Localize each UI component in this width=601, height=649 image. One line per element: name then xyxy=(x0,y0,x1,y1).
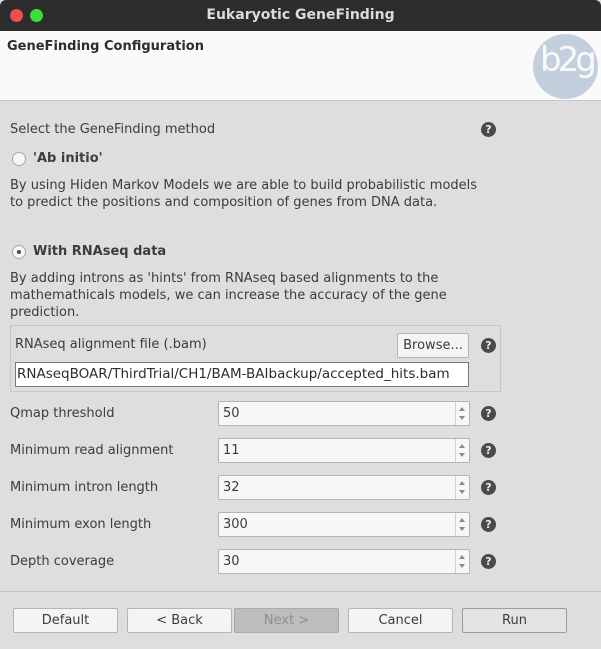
spin-arrows xyxy=(455,513,469,536)
file-label: RNAseq alignment file (.bam) xyxy=(15,337,207,352)
ab-initio-radio[interactable] xyxy=(12,152,26,166)
increment-arrow-icon[interactable] xyxy=(459,444,465,448)
description-line: mathemathicals models, we can increase t… xyxy=(10,288,447,303)
increment-arrow-icon[interactable] xyxy=(459,481,465,485)
bam-file-path: RNAseqBOAR/ThirdTrial/CH1/BAM-BAIbackup/… xyxy=(17,366,450,382)
browse-button[interactable]: Browse... xyxy=(397,333,469,358)
cancel-button[interactable]: Cancel xyxy=(348,608,453,633)
window-title: Eukaryotic GeneFinding xyxy=(206,7,395,23)
help-icon[interactable]: ? xyxy=(481,480,496,495)
param-value: 32 xyxy=(223,480,240,495)
help-icon[interactable]: ? xyxy=(481,517,496,532)
page-title: GeneFinding Configuration xyxy=(7,39,204,54)
help-icon[interactable]: ? xyxy=(481,554,496,569)
spin-arrows xyxy=(455,439,469,462)
b2g-logo: b2g xyxy=(533,34,598,99)
decrement-arrow-icon[interactable] xyxy=(459,564,465,568)
param-spinbox[interactable]: 300 xyxy=(218,512,470,537)
wizard-header: GeneFinding Configuration b2g xyxy=(0,31,601,101)
method-prompt: Select the GeneFinding method xyxy=(10,122,216,137)
param-spinbox[interactable]: 32 xyxy=(218,475,470,500)
decrement-arrow-icon[interactable] xyxy=(459,416,465,420)
param-label: Minimum intron length xyxy=(10,480,159,495)
next-button[interactable]: Next > xyxy=(234,608,339,633)
param-spinbox[interactable]: 50 xyxy=(218,401,470,426)
increment-arrow-icon[interactable] xyxy=(459,555,465,559)
spin-arrows xyxy=(455,476,469,499)
footer-divider xyxy=(0,591,601,592)
decrement-arrow-icon[interactable] xyxy=(459,490,465,494)
help-icon[interactable]: ? xyxy=(481,443,496,458)
ab-initio-label[interactable]: 'Ab initio' xyxy=(33,151,103,166)
back-button[interactable]: < Back xyxy=(127,608,232,633)
increment-arrow-icon[interactable] xyxy=(459,407,465,411)
logo-text: b2g xyxy=(540,40,597,80)
bam-file-input[interactable]: RNAseqBOAR/ThirdTrial/CH1/BAM-BAIbackup/… xyxy=(15,362,469,387)
param-spinbox[interactable]: 30 xyxy=(218,549,470,574)
rnaseq-description: By adding introns as 'hints' from RNAseq… xyxy=(10,270,447,321)
help-icon[interactable]: ? xyxy=(481,122,496,137)
param-value: 11 xyxy=(223,443,240,458)
run-button[interactable]: Run xyxy=(462,608,567,633)
help-icon[interactable]: ? xyxy=(481,338,496,353)
increment-arrow-icon[interactable] xyxy=(459,518,465,522)
param-spinbox[interactable]: 11 xyxy=(218,438,470,463)
param-value: 30 xyxy=(223,554,240,569)
rnaseq-label[interactable]: With RNAseq data xyxy=(33,244,166,259)
param-label: Depth coverage xyxy=(10,554,115,569)
help-icon[interactable]: ? xyxy=(481,406,496,421)
param-label: Qmap threshold xyxy=(10,406,115,421)
description-line: prediction. xyxy=(10,305,80,320)
param-value: 300 xyxy=(223,517,248,532)
rnaseq-radio[interactable] xyxy=(12,245,26,259)
spin-arrows xyxy=(455,402,469,425)
title-bar: Eukaryotic GeneFinding xyxy=(0,0,601,31)
description-line: By adding introns as 'hints' from RNAseq… xyxy=(10,271,439,286)
spin-arrows xyxy=(455,550,469,573)
default-button[interactable]: Default xyxy=(13,608,118,633)
ab-initio-description: By using Hiden Markov Models we are able… xyxy=(10,177,477,211)
param-value: 50 xyxy=(223,406,240,421)
param-label: Minimum read alignment xyxy=(10,443,174,458)
param-label: Minimum exon length xyxy=(10,517,152,532)
decrement-arrow-icon[interactable] xyxy=(459,453,465,457)
decrement-arrow-icon[interactable] xyxy=(459,527,465,531)
description-line: to predict the positions and composition… xyxy=(10,195,438,210)
description-line: By using Hiden Markov Models we are able… xyxy=(10,178,478,193)
